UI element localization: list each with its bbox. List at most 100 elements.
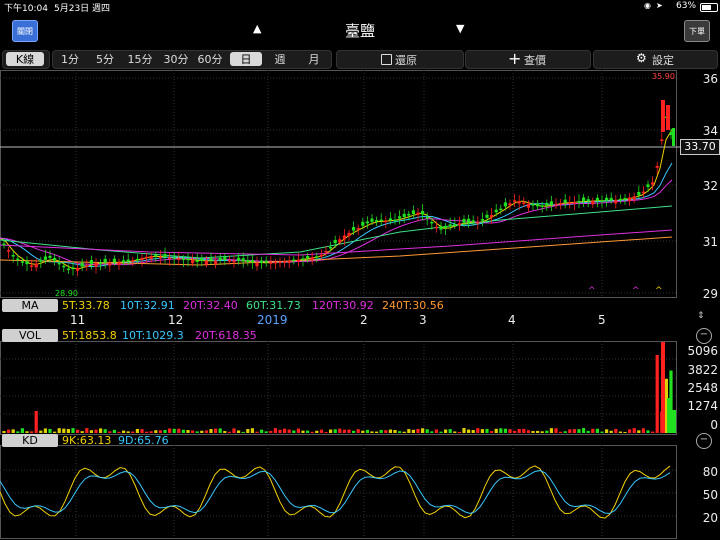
ma-240: 240T:30.56: [382, 299, 444, 312]
candle-body: [57, 262, 61, 265]
volume-bar: [434, 429, 438, 433]
tab-month[interactable]: 月: [300, 50, 328, 67]
status-date: 5月23日 週四: [54, 4, 111, 14]
candle-body: [375, 220, 379, 222]
kd-axis-label: 50: [702, 488, 718, 502]
x-axis-label: 3: [419, 313, 427, 327]
prev-stock-arrow-icon[interactable]: ▲: [253, 22, 261, 35]
volume-bar: [131, 431, 135, 433]
volume-bar: [278, 429, 282, 433]
volume-bar: [379, 429, 383, 433]
candle-body: [398, 216, 402, 219]
volume-bar: [250, 428, 254, 433]
candle-body: [324, 250, 328, 253]
candle-body: [269, 262, 273, 264]
volume-bar: [283, 428, 287, 433]
volume-bar: [112, 429, 116, 433]
ma-5: 5T:33.78: [62, 299, 110, 312]
tab-5min[interactable]: 5分: [91, 50, 119, 67]
checkbox-icon[interactable]: [381, 54, 392, 65]
candle-body: [227, 260, 231, 262]
close-button[interactable]: 關閉: [12, 20, 38, 42]
candle-body: [425, 216, 429, 219]
volume-bar: [416, 428, 420, 433]
candle-body: [158, 256, 162, 259]
collapse-icon[interactable]: −: [696, 328, 712, 344]
restore-button[interactable]: 還原: [336, 50, 464, 69]
volume-bar: [549, 428, 553, 433]
settings-button[interactable]: ⚙ 設定: [593, 50, 718, 69]
volume-bar: [628, 429, 632, 433]
top-bar: 關閉 ▲ 臺鹽 ▼ 下單: [0, 14, 720, 48]
order-button[interactable]: 下單: [684, 20, 710, 42]
vol-5: 5T:1853.8: [62, 329, 117, 342]
candle-body: [53, 257, 57, 261]
candle-body: [393, 219, 397, 222]
location-icon: ➤: [656, 1, 663, 10]
query-price-button[interactable]: + 查價: [465, 49, 591, 69]
candle-body: [453, 223, 457, 226]
volume-bar: [43, 428, 47, 433]
vol-axis-label: 3822: [687, 363, 718, 377]
tab-1min[interactable]: 1分: [56, 50, 84, 67]
tab-15min[interactable]: 15分: [124, 50, 156, 67]
candle-body: [421, 211, 425, 215]
volume-bar: [149, 431, 153, 433]
volume-bar: [200, 430, 204, 433]
tab-30min[interactable]: 30分: [160, 50, 192, 67]
tab-day[interactable]: 日: [230, 52, 262, 66]
volume-bar: [531, 430, 535, 433]
volume-bar: [66, 429, 70, 433]
candle-body: [632, 196, 636, 200]
candle-body: [131, 260, 135, 262]
candle-body: [48, 255, 52, 258]
vol-axis-label: 1274: [687, 399, 718, 413]
volume-bar: [296, 428, 300, 433]
volume-bar: [287, 429, 291, 433]
volume-bar: [306, 430, 310, 433]
collapse-icon[interactable]: −: [696, 433, 712, 449]
ma-tag[interactable]: MA: [2, 299, 58, 312]
candle-body: [76, 267, 80, 271]
vol-axis-label: 2548: [687, 381, 718, 395]
candle-body: [609, 197, 613, 201]
volume-bar: [319, 429, 323, 433]
candle-body: [319, 254, 323, 257]
volume-bar: [53, 431, 57, 433]
volume-bar: [172, 428, 176, 433]
volume-bar: [462, 428, 466, 433]
candle-body: [255, 262, 259, 267]
price-axis-label: 31: [702, 235, 718, 249]
panel-frame: [0, 445, 677, 539]
settings-label: 設定: [652, 54, 674, 67]
kd-k-line: [0, 465, 671, 519]
candle-body: [476, 222, 480, 224]
candle-body: [356, 228, 360, 230]
vol-tag[interactable]: VOL: [2, 329, 58, 342]
candle-body: [177, 258, 181, 260]
volume-bar: [168, 428, 172, 433]
candle-body: [595, 197, 599, 201]
x-axis-label: 12: [168, 313, 184, 327]
candle-body: [485, 214, 489, 218]
candle-body: [200, 258, 204, 261]
volume-bar: [71, 428, 75, 433]
candle-body: [140, 257, 144, 260]
candle-body: [651, 182, 655, 185]
kline-button[interactable]: K線: [6, 52, 44, 66]
battery-percent: 63%: [676, 1, 697, 11]
vol-axis-label: 5096: [687, 344, 718, 358]
volume-bar: [384, 430, 388, 433]
candle-body: [549, 201, 553, 205]
kd-tag[interactable]: KD: [2, 434, 58, 447]
tab-week[interactable]: 週: [266, 50, 294, 67]
volume-bar: [499, 428, 503, 433]
volume-bar: [453, 431, 457, 433]
candle-body: [287, 261, 291, 263]
scroll-arrows-icon[interactable]: ⇕: [697, 311, 705, 321]
next-stock-arrow-icon[interactable]: ▼: [456, 22, 464, 35]
candle-body: [108, 262, 112, 266]
tab-60min[interactable]: 60分: [194, 50, 226, 67]
volume-bar: [99, 428, 103, 433]
candle-body: [545, 202, 549, 206]
